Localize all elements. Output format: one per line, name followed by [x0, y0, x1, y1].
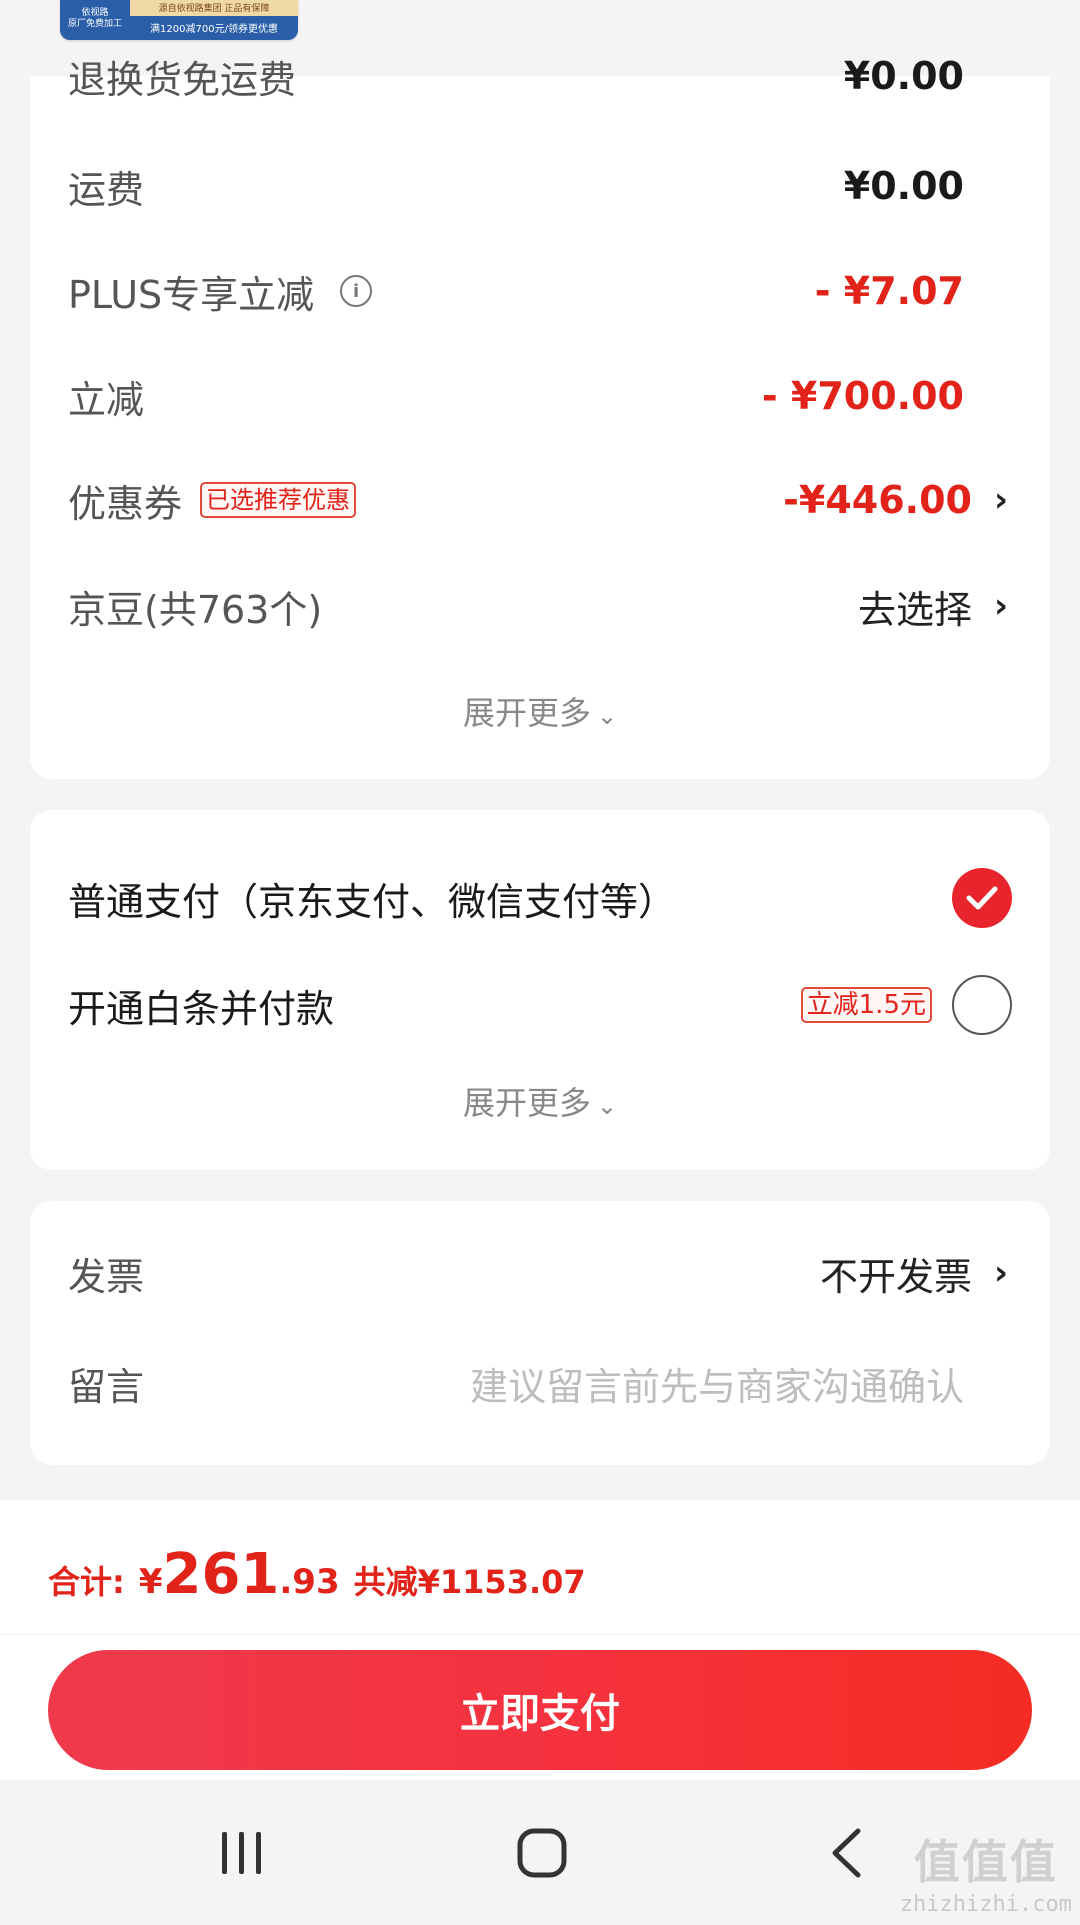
- promo-banner[interactable]: 依视路 原厂免费加工 源自依视路集团 正品有保障 满1200减700元/领券更优…: [60, 0, 298, 40]
- plus-discount-label: PLUS专享立减: [68, 272, 315, 317]
- checkmark-icon: [966, 886, 998, 910]
- plus-discount-row: PLUS专享立减 i - ¥7.07: [68, 261, 1012, 321]
- payment-option-baitiao[interactable]: 开通白条并付款 立减1.5元: [68, 975, 1012, 1035]
- return-shipping-row: 退换货免运费 ¥0.00: [68, 46, 1012, 106]
- plus-discount-value: - ¥7.07: [814, 269, 964, 313]
- instant-discount-row: 立减 - ¥700.00: [68, 366, 1012, 426]
- shipping-value: ¥0.00: [843, 164, 964, 208]
- order-summary: 合计: ¥ 261 .93 共减¥1153.07: [0, 1500, 1080, 1635]
- checked-icon[interactable]: [952, 868, 1012, 928]
- instant-discount-value: - ¥700.00: [761, 374, 964, 418]
- pay-area: 立即支付: [0, 1635, 1080, 1780]
- banner-brand: 依视路 原厂免费加工: [60, 0, 130, 40]
- coupon-value: -¥446.00: [783, 478, 972, 522]
- chevron-right-icon: ›: [994, 586, 1009, 626]
- shipping-row: 运费 ¥0.00: [68, 156, 1012, 216]
- banner-top-text: 源自依视路集团 正品有保障: [158, 4, 270, 14]
- chevron-right-icon: ›: [994, 480, 1009, 520]
- invoice-row[interactable]: 发票 不开发票 ›: [68, 1243, 1012, 1303]
- home-button[interactable]: [462, 1780, 622, 1925]
- chevron-down-icon: ⌄: [596, 702, 618, 730]
- coupon-recommended-tag: 已选推荐优惠: [200, 482, 357, 518]
- radio-unchecked-icon[interactable]: [952, 975, 1012, 1035]
- coupon-row[interactable]: 优惠券 已选推荐优惠 -¥446.00 ›: [68, 470, 1012, 530]
- banner-brand-sub: 原厂免费加工: [67, 19, 122, 29]
- info-icon[interactable]: i: [340, 275, 373, 307]
- message-input[interactable]: 建议留言前先与商家沟通确认: [470, 1356, 964, 1411]
- chevron-down-icon: ⌄: [596, 1092, 618, 1120]
- total-line: 合计: ¥ 261 .93 共减¥1153.07: [48, 1542, 586, 1607]
- instant-discount-label: 立减: [68, 377, 145, 422]
- expand-more-payment[interactable]: 展开更多 ⌄: [30, 1078, 1050, 1124]
- payment-option-label: 开通白条并付款: [68, 986, 335, 1031]
- pay-now-button[interactable]: 立即支付: [48, 1650, 1032, 1770]
- recent-apps-icon: [222, 1831, 261, 1874]
- back-icon: [832, 1828, 861, 1877]
- total-amount-integer: 261: [162, 1542, 280, 1607]
- invoice-value: 不开发票: [819, 1254, 972, 1299]
- watermark-site: zhizhizhi.com: [899, 1892, 1072, 1917]
- extra-card: 发票 不开发票 › 留言 建议留言前先与商家沟通确认: [30, 1201, 1050, 1465]
- banner-brand-name: 依视路: [81, 8, 109, 18]
- expand-more-fees[interactable]: 展开更多 ⌄: [30, 688, 1050, 734]
- system-nav-bar: 值值值 zhizhizhi.com: [0, 1780, 1080, 1925]
- invoice-label: 发票: [68, 1254, 145, 1299]
- jingdou-select: 去选择: [857, 587, 972, 632]
- jingdou-row[interactable]: 京豆(共763个) 去选择 ›: [68, 576, 1012, 636]
- message-label: 留言: [68, 1364, 145, 1409]
- return-shipping-label: 退换货免运费: [68, 57, 297, 102]
- total-saved: 共减¥1153.07: [353, 1563, 586, 1601]
- watermark-logo: 值值值: [913, 1835, 1058, 1889]
- payment-card: 普通支付（京东支付、微信支付等） 开通白条并付款 立减1.5元 展开更多 ⌄: [30, 810, 1050, 1170]
- shipping-label: 运费: [68, 167, 145, 212]
- banner-bottom-text: 满1200减700元/领券更优惠: [150, 24, 278, 35]
- payment-option-label: 普通支付（京东支付、微信支付等）: [68, 879, 677, 924]
- chevron-right-icon: ›: [994, 1253, 1009, 1293]
- expand-more-label: 展开更多: [462, 694, 591, 732]
- coupon-label: 优惠券: [68, 481, 183, 526]
- currency-symbol: ¥: [138, 1562, 163, 1602]
- payment-option-standard[interactable]: 普通支付（京东支付、微信支付等）: [68, 868, 1012, 928]
- return-shipping-value: ¥0.00: [843, 54, 964, 98]
- banner-promo: 源自依视路集团 正品有保障 满1200减700元/领券更优惠: [130, 0, 298, 40]
- jingdou-label: 京豆(共763个): [68, 587, 323, 632]
- message-row[interactable]: 留言 建议留言前先与商家沟通确认: [68, 1353, 1012, 1413]
- baitiao-discount-tag: 立减1.5元: [800, 987, 932, 1023]
- watermark: 值值值 zhizhizhi.com: [900, 1826, 1072, 1917]
- fees-card: 退换货免运费 ¥0.00 运费 ¥0.00 PLUS专享立减 i - ¥7.07…: [30, 54, 1050, 779]
- expand-more-label: 展开更多: [462, 1084, 591, 1122]
- home-icon: [517, 1828, 567, 1877]
- total-amount-decimal: .93: [279, 1562, 340, 1602]
- recent-apps-button[interactable]: [162, 1780, 322, 1925]
- total-label: 合计:: [48, 1563, 125, 1601]
